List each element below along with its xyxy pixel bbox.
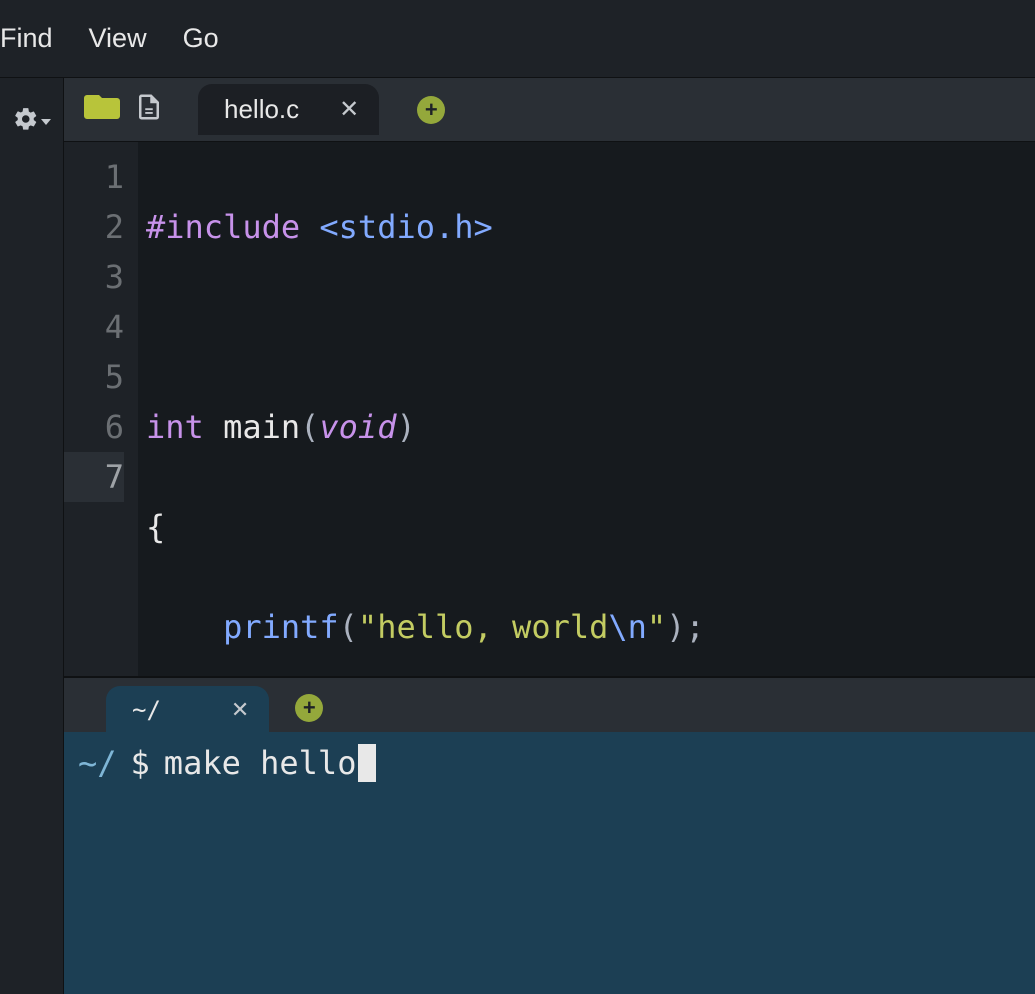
code-line: #include <stdio.h> — [146, 202, 1035, 252]
menubar: Find View Go — [0, 0, 1035, 78]
code-line: { — [146, 502, 1035, 552]
gear-icon — [13, 106, 39, 137]
terminal-command: make hello — [164, 744, 357, 782]
line-number: 2 — [64, 202, 124, 252]
folder-icon[interactable] — [84, 92, 120, 127]
terminal-tab-bar: ~/ ✕ + — [64, 678, 1035, 732]
terminal-tab[interactable]: ~/ ✕ — [106, 686, 269, 732]
tab-hello-c[interactable]: hello.c ✕ — [198, 84, 379, 135]
add-terminal-button[interactable]: + — [295, 694, 323, 722]
menu-find[interactable]: Find — [0, 19, 53, 58]
terminal-tab-label: ~/ — [132, 696, 161, 724]
close-icon[interactable]: ✕ — [339, 95, 359, 124]
line-number: 7 — [64, 452, 124, 502]
code-line — [146, 302, 1035, 352]
terminal-cursor — [358, 744, 376, 782]
code-editor[interactable]: 1 2 3 4 5 6 7 #include <stdio.h> int mai… — [64, 142, 1035, 676]
main-area: hello.c ✕ + 1 2 3 4 5 6 7 #include <stdi… — [0, 78, 1035, 994]
content-area: hello.c ✕ + 1 2 3 4 5 6 7 #include <stdi… — [64, 78, 1035, 994]
tab-label: hello.c — [224, 94, 299, 125]
line-number: 1 — [64, 152, 124, 202]
terminal-path: ~/ — [78, 744, 117, 782]
sidebar — [0, 78, 64, 994]
close-icon[interactable]: ✕ — [231, 697, 249, 723]
chevron-down-icon — [41, 119, 51, 125]
line-number: 3 — [64, 252, 124, 302]
terminal-line: ~/ $ make hello — [78, 744, 1021, 782]
settings-button[interactable] — [13, 106, 51, 137]
terminal-body[interactable]: ~/ $ make hello — [64, 732, 1035, 994]
add-tab-button[interactable]: + — [417, 96, 445, 124]
line-number: 4 — [64, 302, 124, 352]
code-line: int main(void) — [146, 402, 1035, 452]
terminal-prompt: $ — [131, 744, 150, 782]
menu-view[interactable]: View — [89, 19, 147, 58]
line-number: 6 — [64, 402, 124, 452]
menu-go[interactable]: Go — [183, 19, 219, 58]
code-area[interactable]: #include <stdio.h> int main(void) { prin… — [138, 142, 1035, 676]
line-number: 5 — [64, 352, 124, 402]
line-gutter: 1 2 3 4 5 6 7 — [64, 142, 138, 676]
terminal-panel: ~/ ✕ + ~/ $ make hello — [64, 676, 1035, 994]
editor-tab-bar: hello.c ✕ + — [64, 78, 1035, 142]
file-icon[interactable] — [134, 92, 164, 127]
code-line: printf("hello, world\n"); — [146, 602, 1035, 652]
